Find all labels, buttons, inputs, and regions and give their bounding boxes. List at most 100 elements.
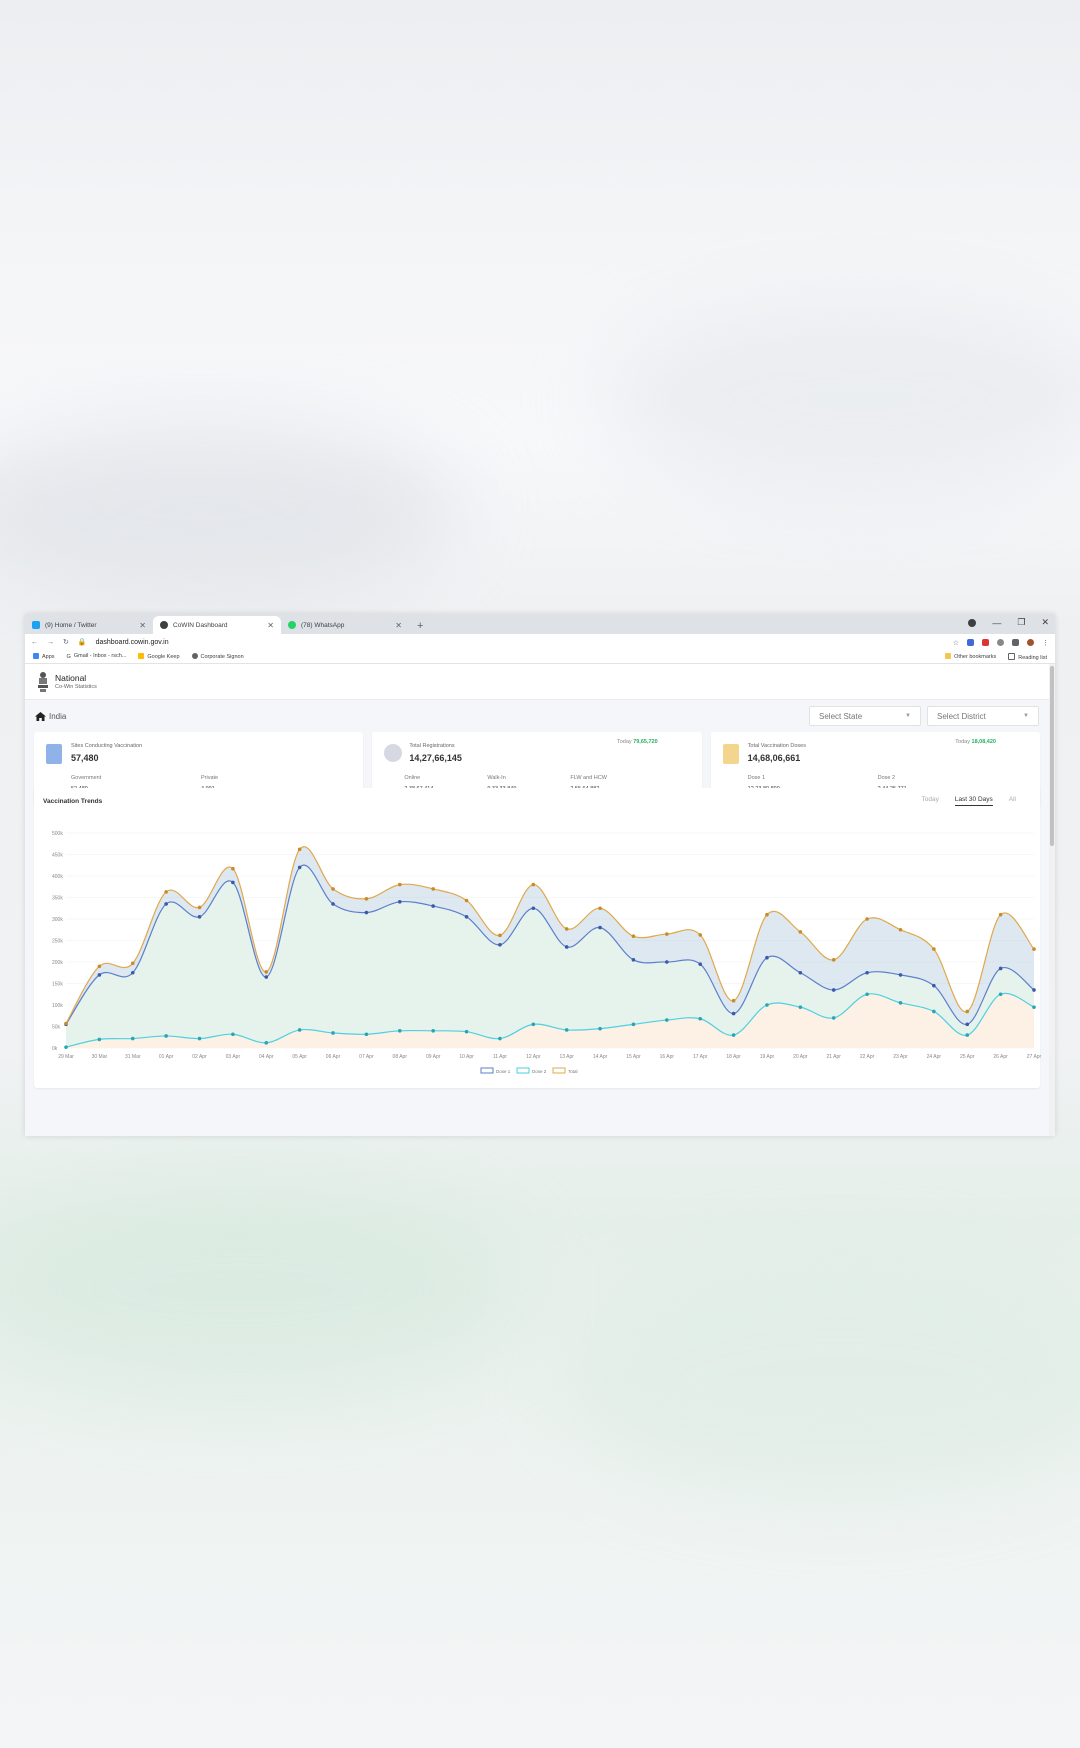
close-icon[interactable]: ✕	[267, 621, 274, 630]
x-tick-label: 23 Apr	[893, 1054, 908, 1060]
bookmark-signon[interactable]: Corporate Signon	[191, 653, 244, 660]
maximize-button[interactable]: ❐	[1017, 617, 1025, 628]
y-tick-label: 150k	[52, 982, 63, 988]
close-icon[interactable]: ✕	[395, 621, 402, 630]
data-point	[932, 947, 936, 951]
url-field[interactable]: dashboard.cowin.gov.in	[96, 639, 169, 646]
bookmark-gmail[interactable]: G Gmail - Inbox - rsch...	[67, 653, 127, 660]
reload-icon[interactable]: ↻	[63, 638, 69, 646]
card-title: Total Vaccination Doses	[747, 743, 806, 749]
x-tick-label: 11 Apr	[493, 1054, 507, 1060]
district-select[interactable]: Select District ▼	[927, 706, 1039, 726]
tab-bar: (9) Home / Twitter ✕ CoWIN Dashboard ✕ (…	[25, 614, 1055, 634]
extension-icon[interactable]	[967, 638, 974, 646]
data-point	[798, 1005, 803, 1009]
menu-icon[interactable]: ⋮	[1042, 639, 1049, 647]
data-point	[965, 1033, 970, 1037]
data-point	[998, 992, 1003, 997]
tab-cowin[interactable]: CoWIN Dashboard ✕	[153, 616, 281, 634]
bookmark-keep[interactable]: Google Keep	[138, 653, 180, 660]
bookmark-label: Google Keep	[147, 654, 180, 660]
people-icon	[384, 744, 403, 762]
data-point	[865, 970, 869, 975]
data-point	[464, 1029, 469, 1034]
data-point	[197, 905, 202, 910]
legend-swatch	[552, 1067, 566, 1074]
data-point	[364, 1032, 369, 1037]
scrollbar[interactable]	[1049, 664, 1055, 1136]
data-point	[464, 915, 469, 919]
building-icon	[46, 744, 62, 764]
y-tick-label: 350k	[52, 896, 63, 902]
data-point	[831, 988, 836, 992]
profile-icon[interactable]	[968, 618, 977, 627]
data-point	[231, 866, 235, 871]
data-point	[932, 983, 936, 988]
close-window-button[interactable]: ✕	[1041, 617, 1049, 628]
forward-icon[interactable]: →	[47, 639, 54, 646]
sub-label: Dose 1	[747, 775, 766, 781]
legend-swatch	[516, 1067, 530, 1074]
data-point	[297, 847, 302, 852]
x-tick-label: 26 Apr	[993, 1054, 1008, 1060]
sub-label: Private	[201, 775, 219, 781]
close-icon[interactable]: ✕	[139, 621, 146, 630]
data-point	[164, 1034, 168, 1038]
data-point	[364, 910, 369, 915]
data-point	[765, 1003, 769, 1007]
x-tick-label: 21 Apr	[826, 1054, 841, 1060]
data-point	[731, 998, 736, 1003]
sub-label: FLW and HCW	[570, 775, 607, 781]
data-point	[698, 962, 703, 966]
data-point	[798, 970, 803, 975]
back-icon[interactable]: ←	[31, 639, 38, 646]
data-point	[464, 898, 469, 903]
data-point	[598, 1026, 602, 1031]
data-point	[264, 970, 269, 974]
tab-whatsapp[interactable]: (78) WhatsApp ✕	[281, 616, 409, 634]
y-tick-label: 450k	[52, 853, 63, 859]
star-icon[interactable]: ☆	[953, 639, 959, 647]
state-select[interactable]: Select State ▼	[809, 706, 921, 726]
data-point	[998, 912, 1003, 917]
bookmark-other[interactable]: Other bookmarks	[945, 652, 996, 661]
card-value: 14,68,06,661	[747, 753, 801, 763]
vaccine-icon	[722, 744, 739, 764]
x-tick-label: 02 Apr	[192, 1054, 207, 1060]
today-count: Today 18,08,420	[955, 739, 996, 745]
bookmarks-bar: Apps G Gmail - Inbox - rsch... Google Kee…	[25, 650, 1055, 664]
y-tick-label: 300k	[52, 917, 63, 923]
bookmark-apps[interactable]: Apps	[33, 653, 55, 660]
data-point	[130, 961, 135, 966]
avatar[interactable]	[1027, 638, 1034, 646]
data-point	[831, 1016, 836, 1020]
x-tick-label: 10 Apr	[459, 1054, 474, 1060]
cowin-icon	[160, 621, 168, 629]
x-tick-label: 09 Apr	[426, 1054, 441, 1060]
data-point	[698, 1016, 703, 1021]
extension-icon[interactable]	[982, 638, 989, 646]
puzzle-icon[interactable]	[1012, 638, 1019, 646]
data-point	[498, 933, 502, 938]
breadcrumb[interactable]: India	[35, 711, 66, 721]
minimize-button[interactable]: —	[992, 618, 1001, 628]
data-point	[1032, 947, 1036, 951]
x-tick-label: 03 Apr	[226, 1054, 241, 1060]
extension-icon[interactable]	[997, 638, 1004, 646]
tab-title: (78) WhatsApp	[301, 621, 345, 629]
scrollbar-thumb[interactable]	[1050, 666, 1054, 846]
y-tick-label: 400k	[52, 874, 63, 880]
data-point	[598, 925, 602, 930]
sub-label: Dose 2	[877, 775, 896, 781]
national-emblem-icon	[38, 671, 48, 692]
data-point	[1032, 1005, 1036, 1009]
tab-twitter[interactable]: (9) Home / Twitter ✕	[25, 616, 153, 634]
legend-label: Dose 2	[532, 1069, 547, 1074]
data-point	[431, 1029, 435, 1033]
site-subtitle: Co-Win Statistics	[55, 683, 97, 690]
new-tab-button[interactable]: +	[409, 620, 431, 634]
data-point	[97, 1037, 102, 1042]
select-label: Select District	[937, 711, 986, 721]
tab-title: (9) Home / Twitter	[45, 621, 97, 629]
bookmark-reading-list[interactable]: Reading list	[1008, 652, 1047, 661]
